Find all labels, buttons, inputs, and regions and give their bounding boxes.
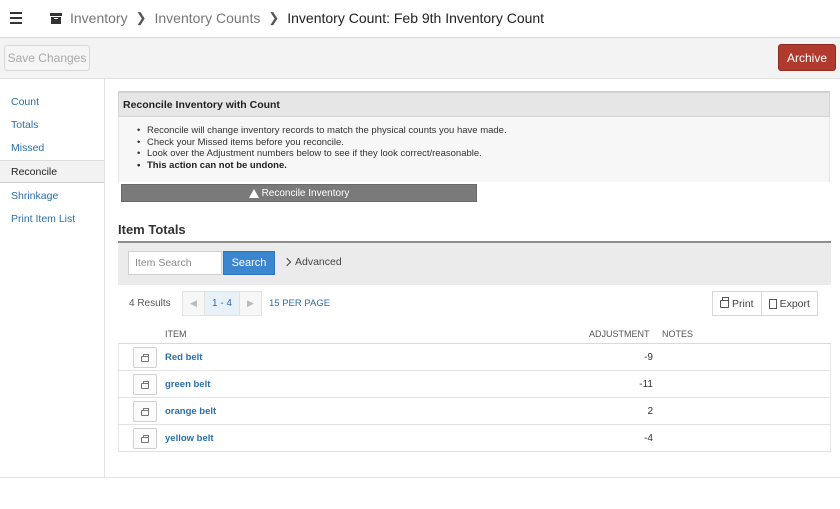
current-page-range[interactable]: 1 - 4 bbox=[205, 291, 239, 316]
sidebar-item-reconcile[interactable]: Reconcile bbox=[0, 160, 104, 183]
table-row: orange belt 2 bbox=[118, 398, 831, 425]
sidebar-item-totals[interactable]: Totals bbox=[0, 113, 104, 136]
table-row: green belt -11 bbox=[118, 371, 831, 398]
reconcile-note: Check your Missed items before you recon… bbox=[137, 137, 507, 149]
results-count: 4 Results bbox=[129, 298, 171, 309]
item-link[interactable]: Red belt bbox=[165, 352, 202, 363]
item-link[interactable]: green belt bbox=[165, 379, 210, 390]
column-header-item: ITEM bbox=[165, 329, 187, 339]
page-title: Inventory Count: Feb 9th Inventory Count bbox=[287, 10, 545, 26]
print-icon bbox=[720, 296, 729, 308]
print-icon bbox=[141, 380, 149, 389]
item-totals-title: Item Totals bbox=[118, 222, 186, 237]
print-icon bbox=[141, 407, 149, 416]
table-row: Red belt -9 bbox=[118, 344, 831, 371]
divider bbox=[0, 477, 840, 478]
search-button[interactable]: Search bbox=[223, 251, 275, 275]
advanced-toggle[interactable]: Advanced bbox=[282, 256, 342, 268]
reconcile-inventory-label: Reconcile Inventory bbox=[261, 187, 350, 199]
column-header-adjustment: ADJUSTMENT bbox=[589, 329, 650, 339]
chevron-right-icon bbox=[282, 257, 292, 267]
chevron-right-icon: ❯ bbox=[135, 10, 147, 25]
reconcile-notes: Reconcile will change inventory records … bbox=[137, 125, 507, 172]
adjustment-value: -9 bbox=[644, 352, 653, 363]
pagination: ◀ 1 - 4 ▶ bbox=[182, 291, 262, 316]
advanced-label: Advanced bbox=[295, 256, 342, 268]
print-icon bbox=[141, 434, 149, 443]
sidebar: Count Totals Missed Reconcile Shrinkage … bbox=[0, 79, 105, 477]
breadcrumb: Inventory ❯ Inventory Counts ❯ Inventory… bbox=[50, 10, 544, 26]
adjustment-value: -11 bbox=[639, 379, 653, 390]
menu-icon[interactable] bbox=[10, 12, 22, 24]
reconcile-panel-title: Reconcile Inventory with Count bbox=[118, 91, 830, 117]
action-bar: Save Changes Archive bbox=[0, 38, 840, 79]
row-print-button[interactable] bbox=[133, 428, 157, 449]
sidebar-item-missed[interactable]: Missed bbox=[0, 136, 104, 159]
inventory-box-icon bbox=[50, 12, 62, 24]
export-button[interactable]: Export bbox=[761, 291, 818, 316]
save-changes-button[interactable]: Save Changes bbox=[4, 45, 90, 71]
per-page-selector[interactable]: 15 PER PAGE bbox=[269, 298, 330, 309]
reconcile-note: Reconcile will change inventory records … bbox=[137, 125, 507, 137]
item-search-input[interactable]: Item Search bbox=[128, 251, 222, 275]
item-link[interactable]: orange belt bbox=[165, 406, 216, 417]
reconcile-note-warning: This action can not be undone. bbox=[137, 160, 507, 172]
sidebar-item-shrinkage[interactable]: Shrinkage bbox=[0, 184, 104, 207]
search-bar: Item Search Search Advanced bbox=[118, 243, 831, 285]
export-icon bbox=[768, 298, 777, 309]
previous-page-icon[interactable]: ◀ bbox=[182, 291, 205, 316]
reconcile-inventory-button[interactable]: Reconcile Inventory bbox=[121, 184, 477, 202]
print-icon bbox=[141, 353, 149, 362]
warning-icon bbox=[248, 188, 259, 198]
table-header: ITEM ADJUSTMENT NOTES bbox=[118, 324, 831, 344]
table-row: yellow belt -4 bbox=[118, 425, 831, 452]
next-page-icon[interactable]: ▶ bbox=[239, 291, 262, 316]
row-print-button[interactable] bbox=[133, 401, 157, 422]
breadcrumb-inventory[interactable]: Inventory bbox=[70, 10, 128, 26]
print-label: Print bbox=[732, 297, 754, 310]
export-label: Export bbox=[779, 297, 810, 310]
chevron-right-icon: ❯ bbox=[268, 10, 280, 25]
top-bar: Inventory ❯ Inventory Counts ❯ Inventory… bbox=[0, 0, 840, 38]
breadcrumb-inventory-counts[interactable]: Inventory Counts bbox=[155, 10, 261, 26]
reconcile-panel-body: Reconcile will change inventory records … bbox=[118, 117, 830, 182]
table-tools: Print Export bbox=[712, 291, 818, 316]
adjustment-value: -4 bbox=[644, 433, 653, 444]
row-print-button[interactable] bbox=[133, 347, 157, 368]
sidebar-item-print-item-list[interactable]: Print Item List bbox=[0, 207, 104, 230]
sidebar-item-count[interactable]: Count bbox=[0, 90, 104, 113]
column-header-notes: NOTES bbox=[662, 329, 694, 339]
archive-button[interactable]: Archive bbox=[778, 44, 836, 71]
item-link[interactable]: yellow belt bbox=[165, 433, 214, 444]
print-button[interactable]: Print bbox=[712, 291, 762, 316]
reconcile-note: Look over the Adjustment numbers below t… bbox=[137, 148, 507, 160]
adjustment-value: 2 bbox=[647, 406, 653, 417]
row-print-button[interactable] bbox=[133, 374, 157, 395]
